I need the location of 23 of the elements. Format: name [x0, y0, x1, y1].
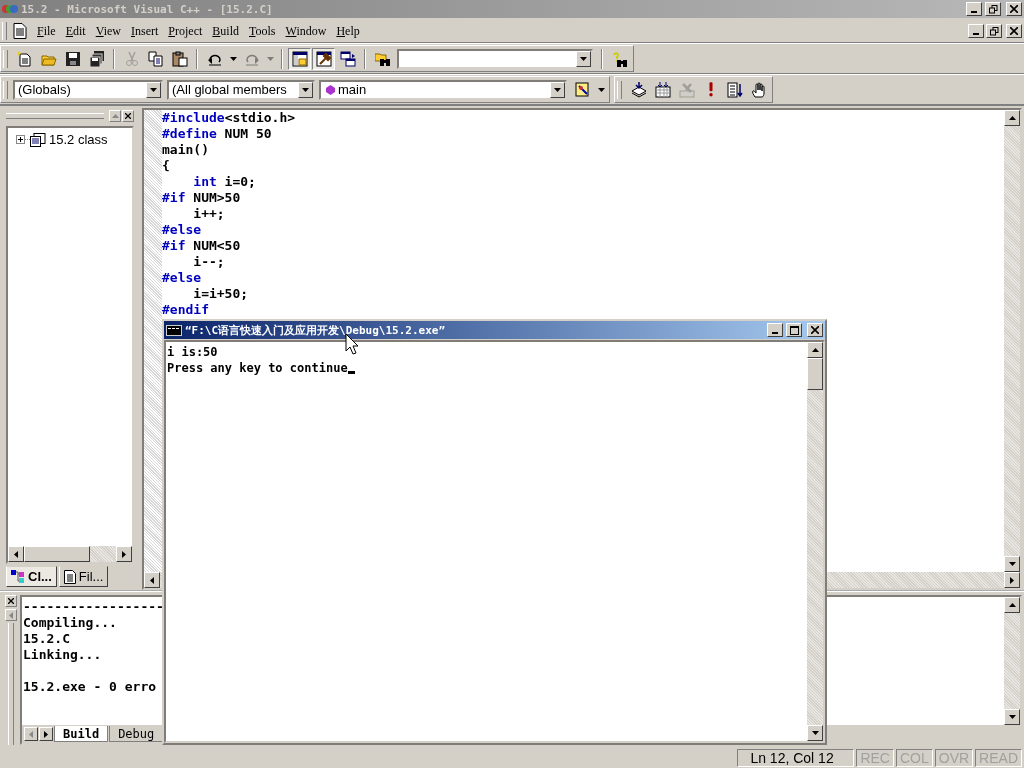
console-line: Press any key to continue [167, 360, 348, 376]
console-line: i is:50 [167, 344, 218, 360]
console-title: “F:\C语言快速入门及应用开发\Debug\15.2.exe” [185, 322, 446, 338]
output-line: Linking... [23, 647, 102, 663]
code-line: i=i+50; [192, 286, 249, 302]
code-line: main() [162, 142, 209, 158]
output-line: ------------------ [23, 599, 164, 615]
code-line: #else [162, 222, 202, 238]
code-line: #define NUM 50 [162, 126, 272, 142]
cursor-position: Ln 12, Col 12 [737, 749, 855, 767]
code-line: #endif [162, 302, 209, 318]
code-line: #if NUM>50 [162, 190, 241, 206]
code-line: int i=0; [192, 174, 256, 190]
code-line: #include<stdio.h> [162, 110, 296, 126]
output-line: 15.2.C [23, 631, 70, 647]
output-line: Compiling... [23, 615, 117, 631]
code-line: #else [162, 270, 202, 286]
window-title: 15.2 - Microsoft Visual C++ - [15.2.C] [21, 2, 273, 16]
code-line: #if NUM<50 [162, 238, 241, 254]
code-line: { [162, 158, 170, 174]
output-line: 15.2.exe - 0 erro [23, 679, 157, 695]
code-line: i--; [192, 254, 225, 270]
code-line: i++; [192, 206, 225, 222]
